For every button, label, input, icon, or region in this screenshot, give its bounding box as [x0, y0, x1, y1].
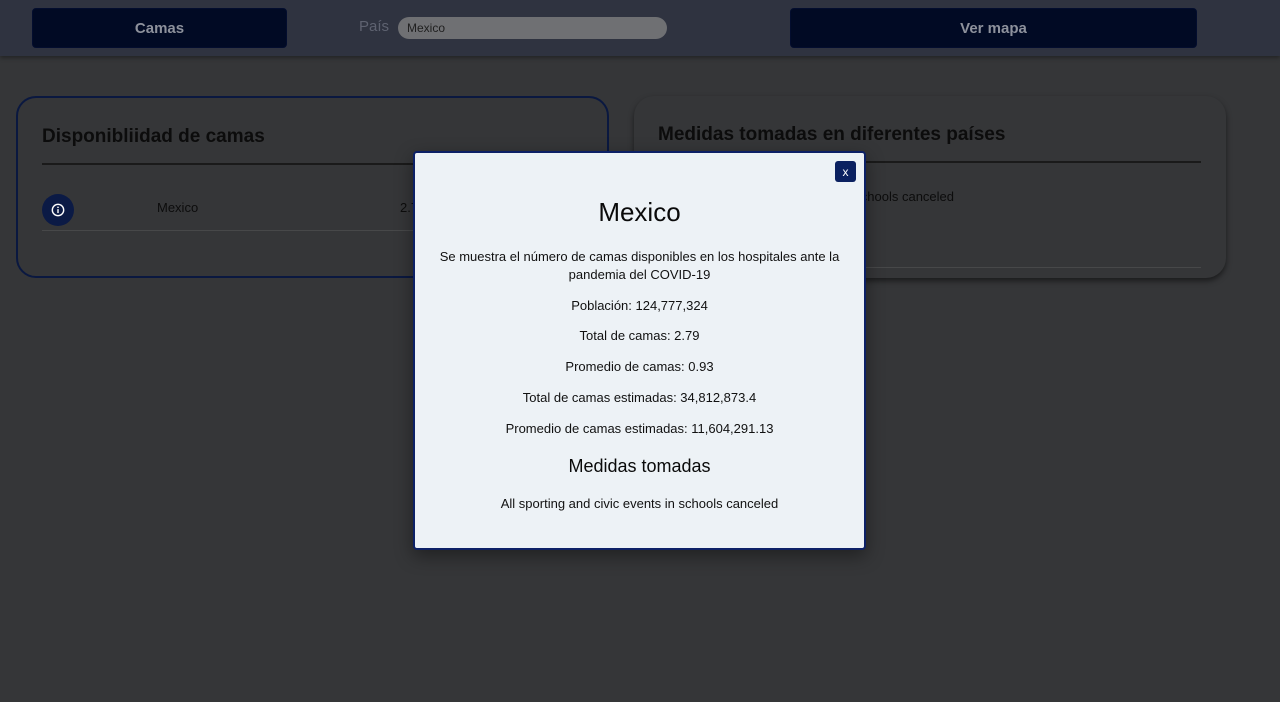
- stat-average-beds: Promedio de camas: 0.93: [565, 359, 714, 374]
- beds-button[interactable]: Camas: [32, 8, 287, 48]
- stat-estimated-average-beds: Promedio de camas estimadas: 11,604,291.…: [505, 421, 774, 436]
- beds-card-title: Disponibliidad de camas: [42, 126, 265, 147]
- country-detail-modal: x Mexico Se muestra el número de camas d…: [413, 151, 866, 550]
- modal-title: Mexico: [598, 197, 681, 227]
- info-icon: [51, 203, 65, 217]
- close-button[interactable]: x: [835, 161, 856, 182]
- country-label: País: [359, 18, 390, 35]
- stat-estimated-total-beds: Total de camas estimadas: 34,812,873.4: [522, 390, 757, 405]
- measures-subtitle: Medidas tomadas: [568, 456, 711, 476]
- view-map-button[interactable]: Ver mapa: [790, 8, 1197, 48]
- top-bar: Camas País Ver mapa: [0, 0, 1280, 56]
- modal-measure-item: All sporting and civic events in schools…: [500, 496, 779, 511]
- modal-description: Se muestra el número de camas disponible…: [439, 249, 840, 282]
- stat-population: Población: 124,777,324: [571, 298, 708, 313]
- info-button[interactable]: [42, 194, 74, 226]
- country-input[interactable]: [398, 17, 667, 39]
- stat-total-beds: Total de camas: 2.79: [579, 328, 700, 343]
- measures-card-title: Medidas tomadas en diferentes países: [658, 124, 1006, 145]
- beds-row-country: Mexico: [157, 200, 199, 215]
